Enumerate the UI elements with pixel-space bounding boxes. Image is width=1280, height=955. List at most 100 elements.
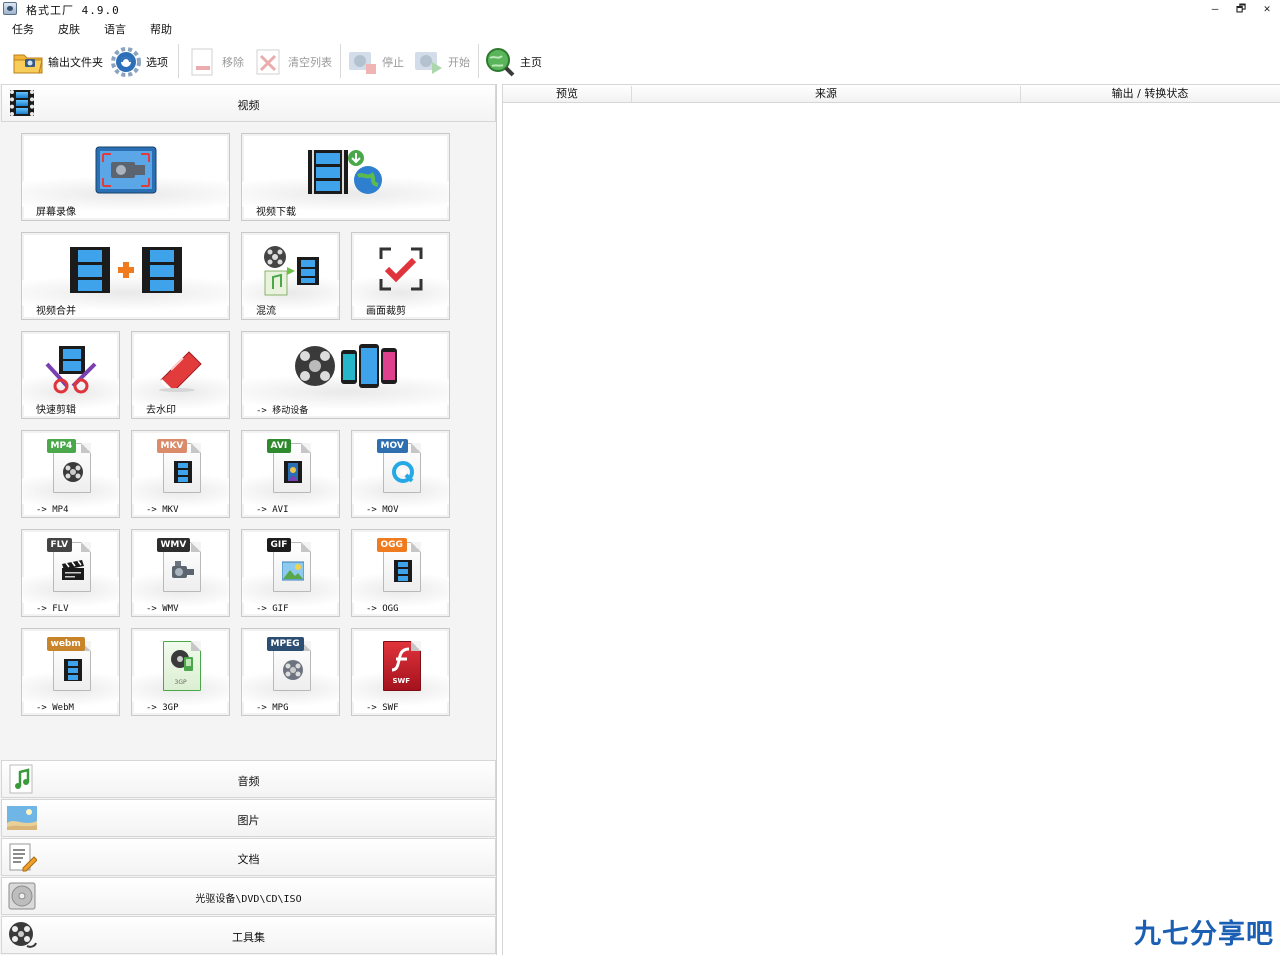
tile-video-download[interactable]: 视频下载 — [241, 133, 450, 221]
tile-label: -> 3GP — [146, 703, 179, 713]
window-title: 格式工厂 4.9.0 — [26, 4, 120, 17]
flv-file-icon: FLV — [46, 538, 95, 594]
menu-bar: 任务 皮肤 语言 帮助 — [8, 21, 176, 37]
tile-label: -> 移动设备 — [256, 406, 309, 416]
tile-mkv[interactable]: MKV -> MKV — [131, 430, 230, 518]
tile-swf[interactable]: SWF -> SWF — [351, 628, 450, 716]
scissors-film-icon — [43, 344, 99, 397]
tile-label: -> MP4 — [36, 505, 69, 515]
category-audio[interactable]: 音频 — [1, 760, 496, 798]
tile-crop[interactable]: 画面裁剪 — [351, 232, 450, 320]
column-source[interactable]: 来源 — [632, 86, 1021, 102]
restore-button[interactable]: 🗗 — [1230, 1, 1252, 17]
menu-skin[interactable]: 皮肤 — [54, 21, 84, 37]
menu-help[interactable]: 帮助 — [146, 21, 176, 37]
output-folder-button[interactable]: 输出文件夹 — [12, 44, 103, 80]
eraser-icon — [155, 346, 207, 395]
remove-label: 移除 — [222, 56, 244, 69]
tile-label: -> WMV — [146, 604, 179, 614]
toolbar-separator — [478, 44, 479, 78]
tile-label: 去水印 — [146, 405, 176, 416]
close-button[interactable]: ✕ — [1256, 1, 1278, 17]
3gp-file-icon: 3GP — [157, 637, 205, 693]
mkv-badge: MKV — [156, 439, 188, 453]
category-disc-label: 光驱设备\DVD\CD\ISO — [195, 894, 302, 905]
tile-quick-clip[interactable]: 快速剪辑 — [21, 331, 120, 419]
category-tools[interactable]: 工具集 — [1, 916, 496, 954]
app-logo-icon — [3, 2, 17, 15]
site-watermark: 九七分享吧 — [1134, 919, 1274, 950]
mp4-file-icon: MP4 — [46, 439, 95, 495]
title-bar: 格式工厂 4.9.0 ‒ 🗗 ✕ — [0, 0, 1280, 18]
category-video[interactable]: 视频 — [1, 84, 496, 122]
tile-label: 视频合并 — [36, 306, 76, 317]
stop-label: 停止 — [382, 56, 404, 69]
category-image-label: 图片 — [237, 814, 260, 827]
mov-badge: MOV — [376, 439, 408, 453]
menu-task[interactable]: 任务 — [8, 21, 38, 37]
gif-file-icon: GIF — [266, 538, 315, 594]
tile-mpg[interactable]: MPEG -> MPG — [241, 628, 340, 716]
tile-label: 视频下载 — [256, 207, 296, 218]
clear-list-button[interactable]: 清空列表 — [252, 44, 332, 80]
tile-ogg[interactable]: OGG -> OGG — [351, 529, 450, 617]
tile-video-merge[interactable]: 视频合并 — [21, 232, 230, 320]
wmv-badge: WMV — [156, 538, 191, 552]
tile-mobile-device[interactable]: -> 移动设备 — [241, 331, 450, 419]
output-folder-label: 输出文件夹 — [48, 56, 103, 69]
tile-label: 混流 — [256, 306, 276, 317]
category-disc[interactable]: 光驱设备\DVD\CD\ISO — [1, 877, 496, 915]
start-label: 开始 — [448, 56, 470, 69]
tile-label: -> MPG — [256, 703, 289, 713]
tile-avi[interactable]: AVI -> AVI — [241, 430, 340, 518]
column-output-status[interactable]: 输出 / 转换状态 — [1021, 86, 1279, 102]
tile-label: 快速剪辑 — [36, 405, 76, 416]
tile-gif[interactable]: GIF -> GIF — [241, 529, 340, 617]
avi-file-icon: AVI — [266, 439, 315, 495]
remove-button[interactable]: 移除 — [186, 44, 244, 80]
category-audio-label: 音频 — [237, 775, 260, 788]
mpg-file-icon: MPEG — [266, 637, 315, 693]
tile-remove-watermark[interactable]: 去水印 — [131, 331, 230, 419]
mp4-badge: MP4 — [46, 439, 77, 453]
tile-wmv[interactable]: WMV -> WMV — [131, 529, 230, 617]
tile-label: -> SWF — [366, 703, 399, 713]
toolbar-separator — [340, 44, 341, 78]
stop-button[interactable]: 停止 — [346, 44, 404, 80]
category-document[interactable]: 文档 — [1, 838, 496, 876]
menu-language[interactable]: 语言 — [100, 21, 130, 37]
tile-flv[interactable]: FLV -> FLV — [21, 529, 120, 617]
wmv-file-icon: WMV — [156, 538, 205, 594]
mkv-file-icon: MKV — [156, 439, 205, 495]
3gp-badge: 3GP — [174, 679, 187, 686]
webm-badge: webm — [46, 637, 85, 651]
column-preview[interactable]: 预览 — [503, 86, 632, 102]
gif-badge: GIF — [266, 538, 292, 552]
screen-record-icon — [95, 146, 157, 201]
gear-icon — [110, 46, 142, 78]
tile-mux[interactable]: 混流 — [241, 232, 340, 320]
options-label: 选项 — [146, 56, 168, 69]
options-button[interactable]: 选项 — [110, 44, 168, 80]
toolbar-separator — [178, 44, 179, 78]
task-list[interactable]: 预览 来源 输出 / 转换状态 九七分享吧 — [502, 84, 1280, 955]
mpeg-badge: MPEG — [266, 637, 304, 651]
home-button[interactable]: 主页 — [484, 44, 542, 80]
tile-3gp[interactable]: 3GP -> 3GP — [131, 628, 230, 716]
tile-mov[interactable]: MOV -> MOV — [351, 430, 450, 518]
ogg-file-icon: OGG — [376, 538, 425, 594]
tile-mp4[interactable]: MP4 -> MP4 — [21, 430, 120, 518]
category-image[interactable]: 图片 — [1, 799, 496, 837]
tile-label: -> MKV — [146, 505, 179, 515]
tile-label: 画面裁剪 — [366, 306, 406, 317]
home-label: 主页 — [520, 56, 542, 69]
crop-check-icon — [379, 247, 423, 294]
start-button[interactable]: 开始 — [412, 44, 470, 80]
tile-webm[interactable]: webm -> WebM — [21, 628, 120, 716]
clear-list-icon — [252, 46, 284, 78]
tile-screen-record[interactable]: 屏幕录像 — [21, 133, 230, 221]
toolbar: 输出文件夹 选项 移除 清空列表 停止 开始 主页 — [0, 40, 1280, 84]
flv-badge: FLV — [46, 538, 73, 552]
minimize-button[interactable]: ‒ — [1204, 1, 1226, 17]
folder-icon — [12, 46, 44, 78]
